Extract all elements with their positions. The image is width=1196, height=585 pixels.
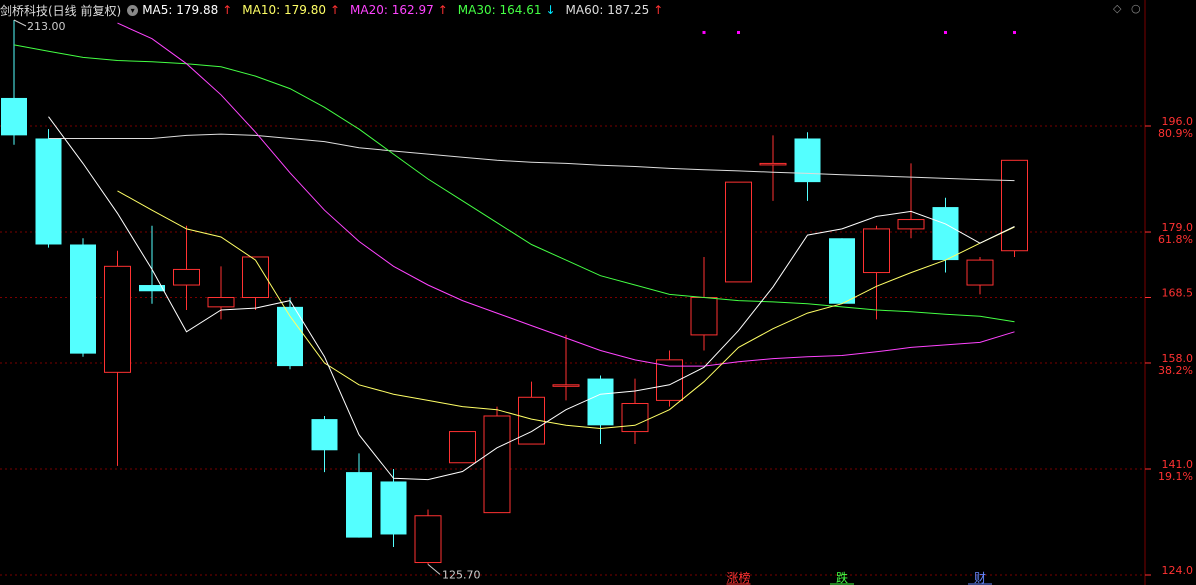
candle-body xyxy=(621,403,649,433)
candle xyxy=(35,129,62,248)
candle-body xyxy=(932,207,959,261)
candle-body xyxy=(70,244,96,354)
candle xyxy=(725,181,752,283)
candle-body xyxy=(173,268,200,286)
candle xyxy=(656,350,683,407)
candle xyxy=(483,406,511,514)
high-pointer xyxy=(13,19,27,27)
candle xyxy=(932,197,959,273)
candle xyxy=(139,225,165,304)
pct-tick-label: 38.2% xyxy=(1158,364,1193,377)
high-label: 213.00 xyxy=(27,20,66,33)
candle-body xyxy=(242,256,269,298)
candle xyxy=(104,250,131,466)
candle xyxy=(380,468,407,547)
event-marker xyxy=(1013,30,1016,34)
candle xyxy=(1,20,27,145)
price-tick-label: 168.5 xyxy=(1162,287,1194,300)
candle-body xyxy=(897,219,925,230)
low-label: 125.70 xyxy=(442,568,481,581)
candle-body xyxy=(1,97,27,136)
candle-body xyxy=(414,515,442,564)
candle-body xyxy=(725,181,752,283)
candle xyxy=(897,163,925,239)
event-tag: 财 xyxy=(974,571,986,585)
pct-tick-label: 80.9% xyxy=(1158,127,1193,140)
candle-body xyxy=(104,265,131,373)
annotations: 213.00 125.70 涨榜 跌 财 xyxy=(13,19,1016,585)
candle xyxy=(277,297,303,370)
pct-tick-label: 61.8% xyxy=(1158,233,1193,246)
candle xyxy=(414,509,442,565)
candle xyxy=(621,378,649,445)
candlestick-chart: 196.080.9%179.061.8%168.5158.038.2%141.0… xyxy=(0,0,1194,585)
candle xyxy=(311,415,338,473)
candle xyxy=(1001,159,1028,257)
candle xyxy=(207,266,235,320)
candle xyxy=(829,238,855,304)
candle-body xyxy=(587,378,614,426)
pct-tick-label: 19.1% xyxy=(1158,470,1193,483)
price-grid xyxy=(0,125,1145,576)
candle xyxy=(70,238,96,357)
candle-body xyxy=(794,138,821,183)
candle xyxy=(449,431,476,464)
candle xyxy=(863,225,890,320)
ma30-line xyxy=(13,44,1015,323)
event-marker xyxy=(702,30,706,34)
ma60-line xyxy=(48,133,1015,182)
price-axis: 196.080.9%179.061.8%168.5158.038.2%141.0… xyxy=(1144,0,1194,585)
candle xyxy=(346,453,372,538)
low-pointer xyxy=(427,564,441,575)
candle xyxy=(759,135,787,201)
candle-body xyxy=(380,481,407,535)
candle xyxy=(552,334,580,401)
candle xyxy=(794,132,821,201)
event-tag: 涨榜 xyxy=(726,570,750,585)
candle-body xyxy=(552,384,580,387)
candle-body xyxy=(207,297,235,308)
candle xyxy=(518,381,545,445)
event-marker xyxy=(737,30,740,34)
candle-body xyxy=(35,138,62,245)
candle-body xyxy=(483,415,511,514)
candle xyxy=(690,256,718,351)
candle-body xyxy=(311,419,338,451)
candle-body xyxy=(449,431,476,464)
event-tag: 跌 xyxy=(836,570,848,585)
candle-body xyxy=(1001,159,1028,252)
candles xyxy=(1,20,1028,565)
candle-body xyxy=(690,297,718,336)
candle-body xyxy=(346,472,372,538)
candle-body xyxy=(759,162,787,166)
event-marker xyxy=(944,30,947,34)
candle xyxy=(587,375,614,445)
candle xyxy=(242,256,269,310)
candle-body xyxy=(863,228,890,274)
candle-body xyxy=(829,238,855,304)
price-tick-label: 124.0 xyxy=(1162,564,1194,577)
ma20-line xyxy=(117,22,1015,367)
candle-body xyxy=(966,259,994,286)
candle xyxy=(966,256,994,295)
